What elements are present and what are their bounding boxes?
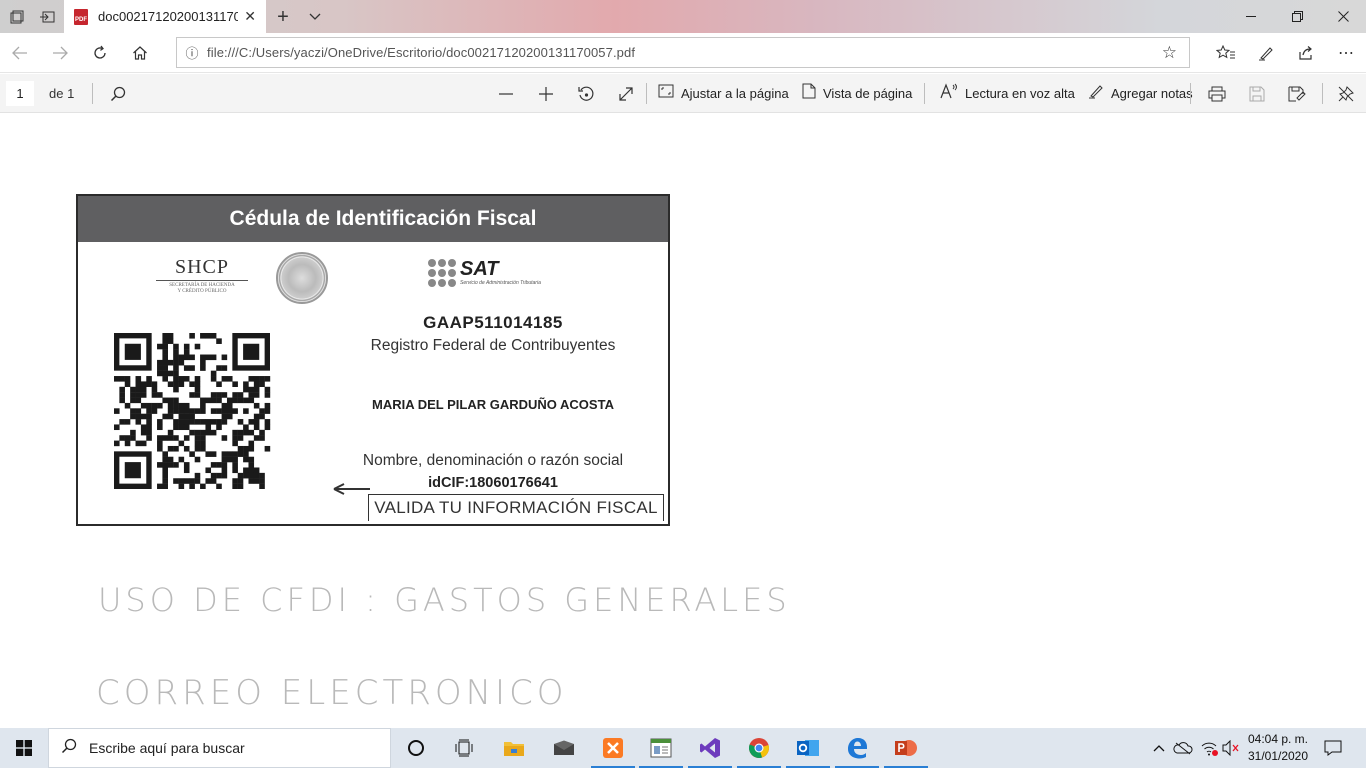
- add-notes-label: Agregar notas: [1111, 86, 1193, 101]
- search-icon[interactable]: [106, 82, 130, 105]
- idcif-value: idCIF:18060176641: [428, 475, 558, 491]
- home-icon[interactable]: [126, 39, 154, 67]
- fit-page-icon: [658, 84, 674, 103]
- favorites-icon[interactable]: [1212, 39, 1240, 67]
- address-bar[interactable]: ⓘ file:///C:/Users/yaczi/OneDrive/Escrit…: [176, 37, 1190, 68]
- clock[interactable]: 04:04 p. m. 31/01/2020: [1245, 731, 1311, 765]
- restore-button[interactable]: [1274, 0, 1320, 33]
- task-view-icon[interactable]: [440, 728, 488, 768]
- taxpayer-name: MARIA DEL PILAR GARDUÑO ACOSTA: [372, 397, 614, 412]
- read-aloud-icon: [940, 83, 958, 104]
- search-placeholder: Escribe aquí para buscar: [89, 740, 245, 756]
- toolbar-divider: [1322, 83, 1323, 104]
- qr-code: [114, 333, 271, 489]
- favorite-star-icon[interactable]: ☆: [1162, 43, 1177, 63]
- refresh-icon[interactable]: [86, 39, 114, 67]
- handwritten-line-1: USO DE CFDI : GASTOS GENERALES: [98, 581, 791, 619]
- toolbar-divider: [924, 83, 925, 104]
- notes-pen-icon: [1088, 83, 1104, 104]
- add-notes-button[interactable]: Agregar notas: [1088, 82, 1193, 105]
- arrow-icon: [333, 483, 370, 495]
- close-window-button[interactable]: [1320, 0, 1366, 33]
- share-icon[interactable]: [1292, 39, 1320, 67]
- national-seal-icon: [276, 252, 328, 304]
- forward-icon[interactable]: [46, 39, 74, 67]
- close-tab-icon[interactable]: ✕: [244, 8, 256, 25]
- save-icon[interactable]: [1245, 82, 1269, 105]
- volume-muted-icon[interactable]: [1220, 728, 1242, 768]
- save-as-icon[interactable]: [1285, 82, 1309, 105]
- cortana-icon[interactable]: [392, 728, 440, 768]
- rfc-label: Registro Federal de Contribuyentes: [370, 337, 616, 354]
- clock-date: 31/01/2020: [1247, 749, 1309, 763]
- app-window-icon[interactable]: [637, 728, 685, 768]
- info-icon[interactable]: ⓘ: [177, 43, 207, 62]
- print-icon[interactable]: [1205, 82, 1229, 105]
- cedula-header: Cédula de Identificación Fiscal: [78, 196, 668, 242]
- file-explorer-icon[interactable]: [490, 728, 538, 768]
- notifications-icon[interactable]: [1320, 728, 1346, 768]
- more-icon[interactable]: ⋯: [1332, 39, 1360, 67]
- sat-logo-text: SAT: [460, 258, 499, 280]
- fullscreen-icon[interactable]: [614, 82, 638, 105]
- fit-to-page-button[interactable]: Ajustar a la página: [658, 82, 789, 105]
- search-icon: [49, 738, 89, 759]
- sat-dots-icon: [428, 259, 456, 287]
- taskbar: Escribe aquí para buscar 04:04 p. m. 31/…: [0, 728, 1366, 768]
- page-view-button[interactable]: Vista de página: [802, 82, 912, 105]
- tab-list-chevron-icon[interactable]: [304, 6, 326, 28]
- page-number-input[interactable]: 1: [6, 81, 34, 106]
- navigation-bar: ⓘ file:///C:/Users/yaczi/OneDrive/Escrit…: [0, 33, 1366, 73]
- sat-logo: SAT Servicio de Administración Tributari…: [428, 259, 541, 287]
- rotate-icon[interactable]: [574, 82, 598, 105]
- zoom-out-icon[interactable]: [494, 82, 518, 105]
- edge-icon[interactable]: [833, 728, 881, 768]
- show-hidden-icons-chevron-icon[interactable]: [1150, 728, 1168, 768]
- onedrive-icon[interactable]: [1172, 728, 1194, 768]
- page-view-icon: [802, 83, 816, 104]
- read-aloud-label: Lectura en voz alta: [965, 86, 1075, 101]
- powerpoint-icon[interactable]: [882, 728, 930, 768]
- chrome-icon[interactable]: [735, 728, 783, 768]
- toolbar-divider: [646, 83, 647, 104]
- visual-studio-icon[interactable]: [686, 728, 734, 768]
- set-aside-tabs-icon[interactable]: [36, 6, 58, 28]
- read-aloud-button[interactable]: Lectura en voz alta: [940, 82, 1075, 105]
- windows-start-icon[interactable]: [0, 728, 48, 768]
- mail-icon[interactable]: [540, 728, 588, 768]
- tabs-aside-icon[interactable]: [6, 6, 28, 28]
- back-icon[interactable]: [6, 39, 34, 67]
- shcp-subtitle-2: Y CRÉDITO PÚBLICO: [177, 289, 227, 294]
- page-view-label: Vista de página: [823, 86, 913, 101]
- browser-tab[interactable]: PDF doc00217120200131170057.pdf ✕: [64, 0, 266, 33]
- clock-time: 04:04 p. m.: [1247, 732, 1309, 746]
- toolbar-divider: [1190, 83, 1191, 104]
- handwritten-line-2: CORREO ELECTRONICO: [96, 673, 568, 713]
- url-text: file:///C:/Users/yaczi/OneDrive/Escritor…: [207, 45, 636, 60]
- sat-subtitle: Servicio de Administración Tributaria: [460, 280, 541, 286]
- toolbar-divider: [92, 83, 93, 104]
- minimize-button[interactable]: [1228, 0, 1274, 33]
- shcp-logo: SHCP SECRETARÍA DE HACIENDA Y CRÉDITO PÚ…: [152, 256, 252, 295]
- new-tab-button[interactable]: +: [272, 6, 294, 28]
- outlook-icon[interactable]: [784, 728, 832, 768]
- pdf-document: Cédula de Identificación Fiscal SHCP SEC…: [0, 113, 1366, 728]
- zoom-in-icon[interactable]: [534, 82, 558, 105]
- page-count: de 1: [49, 86, 75, 101]
- xampp-icon[interactable]: [589, 728, 637, 768]
- fit-to-page-label: Ajustar a la página: [681, 86, 789, 101]
- taskbar-search-box[interactable]: Escribe aquí para buscar: [48, 728, 391, 768]
- name-label: Nombre, denominación o razón social: [362, 452, 624, 469]
- wifi-icon[interactable]: [1198, 728, 1220, 768]
- cedula-identificacion-fiscal: Cédula de Identificación Fiscal SHCP SEC…: [76, 194, 670, 526]
- title-bar: PDF doc00217120200131170057.pdf ✕ +: [0, 0, 1366, 33]
- tab-title: doc00217120200131170057.pdf: [98, 9, 238, 24]
- pdf-icon: PDF: [74, 8, 88, 25]
- unpin-toolbar-icon[interactable]: [1334, 82, 1358, 105]
- shcp-logo-text: SHCP: [174, 256, 230, 278]
- valida-informacion-box: VALIDA TU INFORMACIÓN FISCAL: [368, 494, 664, 521]
- pdf-toolbar: 1 de 1 Ajustar a la página Vista de pági…: [0, 74, 1366, 113]
- pen-icon[interactable]: [1252, 39, 1280, 67]
- rfc-value: GAAP511014185: [423, 313, 563, 332]
